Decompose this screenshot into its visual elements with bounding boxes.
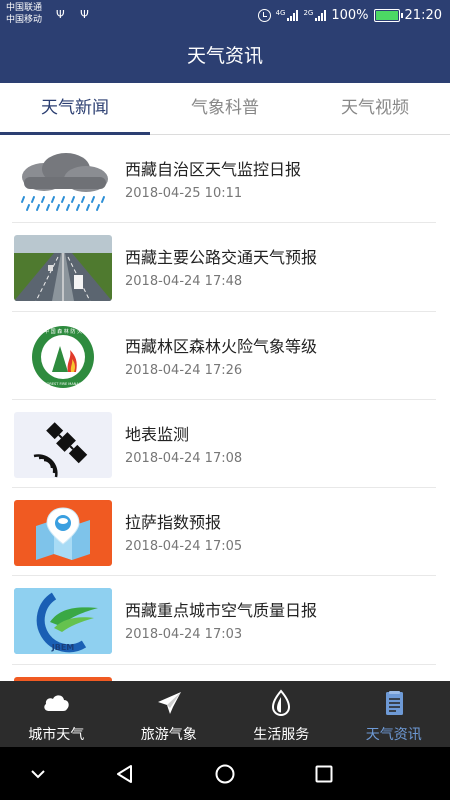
back-icon[interactable] xyxy=(114,763,136,785)
usb-icon: Ψ Ψ xyxy=(56,8,95,21)
nav-life-service[interactable]: 生活服务 xyxy=(225,681,338,747)
carrier-labels: 中国联通 中国移动 xyxy=(6,2,42,26)
system-navigation-bar xyxy=(0,747,450,800)
news-document-icon xyxy=(385,691,403,715)
news-date: 2018-04-25 10:11 xyxy=(125,186,243,201)
tab-bar: 天气新闻 气象科普 天气视频 xyxy=(0,83,450,135)
forest-emblem-bottom-text: CHINA FOREST FIRE MANAGEMENT xyxy=(32,382,94,386)
forest-emblem-top-text: 中 国 森 林 防 火 xyxy=(44,328,82,335)
news-list[interactable]: 西藏自治区天气监控日报 2018-04-25 10:11 西藏主要公路交通天气预… xyxy=(0,135,450,681)
news-item[interactable]: 中 国 森 林 防 火 CHINA FOREST FIRE MANAGEMENT… xyxy=(12,312,436,400)
tab-weather-news[interactable]: 天气新闻 xyxy=(0,83,150,135)
network-type-1: 4G xyxy=(275,9,286,17)
news-title: 地表监测 xyxy=(125,424,190,444)
chevron-down-icon[interactable] xyxy=(27,763,49,785)
bottom-navigation: 城市天气 旅游气象 生活服务 天气资讯 xyxy=(0,681,450,747)
leaf-drop-icon xyxy=(272,689,291,717)
alarm-icon xyxy=(257,8,271,22)
signal-icon-1: 4G xyxy=(276,9,299,21)
news-date: 2018-04-24 17:48 xyxy=(125,274,243,290)
tab-weather-video[interactable]: 天气视频 xyxy=(300,83,450,134)
carrier-1: 中国联通 xyxy=(6,3,43,13)
highway-thumbnail xyxy=(14,235,112,302)
battery-icon xyxy=(373,8,403,22)
nav-city-weather[interactable]: 城市天气 xyxy=(0,681,113,747)
news-date: 2018-04-24 17:26 xyxy=(125,362,243,378)
nav-label: 城市天气 xyxy=(28,727,85,743)
page-title: 天气资讯 xyxy=(0,30,450,83)
clock: 21:20 xyxy=(404,7,442,23)
nav-label: 旅游气象 xyxy=(140,727,197,743)
tab-science[interactable]: 气象科普 xyxy=(150,83,300,134)
news-title: 拉萨指数预报 xyxy=(125,513,222,533)
nav-weather-news[interactable]: 天气资讯 xyxy=(338,681,450,747)
satellite-thumbnail xyxy=(14,411,112,478)
recents-icon[interactable] xyxy=(313,763,335,785)
news-item[interactable]: JBEM 西藏重点城市空气质量日报 2018-04-24 17:03 xyxy=(12,576,436,665)
air-logo-text: JBEM xyxy=(51,643,75,652)
news-title: 西藏林区森林火险气象等级 xyxy=(125,336,318,356)
forest-fire-emblem-thumbnail: 中 国 森 林 防 火 CHINA FOREST FIRE MANAGEMENT xyxy=(14,323,112,390)
news-item[interactable]: 西藏自治区天气监控日报 2018-04-25 10:11 xyxy=(12,135,436,224)
home-icon[interactable] xyxy=(214,763,236,785)
battery-percent: 100% xyxy=(331,7,369,23)
news-date: 2018-04-24 17:03 xyxy=(125,627,243,643)
news-item[interactable]: 拉萨指数预报 2018-04-24 17:05 xyxy=(12,488,436,577)
nav-label: 生活服务 xyxy=(253,727,310,743)
news-item[interactable]: 西藏主要公路交通天气预报 2018-04-24 17:48 xyxy=(12,223,436,312)
news-date: 2018-04-24 17:05 xyxy=(125,539,243,555)
status-bar: 中国联通 中国移动 Ψ Ψ 4G 2G 100% 21:20 xyxy=(0,0,450,30)
news-title: 西藏主要公路交通天气预报 xyxy=(125,248,318,268)
map-pin-thumbnail xyxy=(14,500,112,567)
carrier-2: 中国移动 xyxy=(6,15,43,25)
news-title: 西藏重点城市空气质量日报 xyxy=(125,601,318,621)
paper-plane-icon xyxy=(157,692,181,714)
status-indicators: 4G 2G 100% 21:20 xyxy=(257,5,442,25)
cloud-icon xyxy=(44,695,69,711)
news-item-partial[interactable] xyxy=(12,665,436,681)
air-quality-logo-thumbnail: JBEM xyxy=(14,588,112,655)
nav-label: 天气资讯 xyxy=(365,727,422,743)
network-type-2: 2G xyxy=(303,9,314,17)
news-date: 2018-04-24 17:08 xyxy=(125,450,243,466)
news-title: 西藏自治区天气监控日报 xyxy=(125,160,302,179)
rain-cloud-thumbnail xyxy=(14,147,112,213)
signal-icon-2: 2G xyxy=(303,9,327,21)
news-item[interactable]: 地表监测 2018-04-24 17:08 xyxy=(12,400,436,489)
nav-travel-weather[interactable]: 旅游气象 xyxy=(113,681,226,747)
